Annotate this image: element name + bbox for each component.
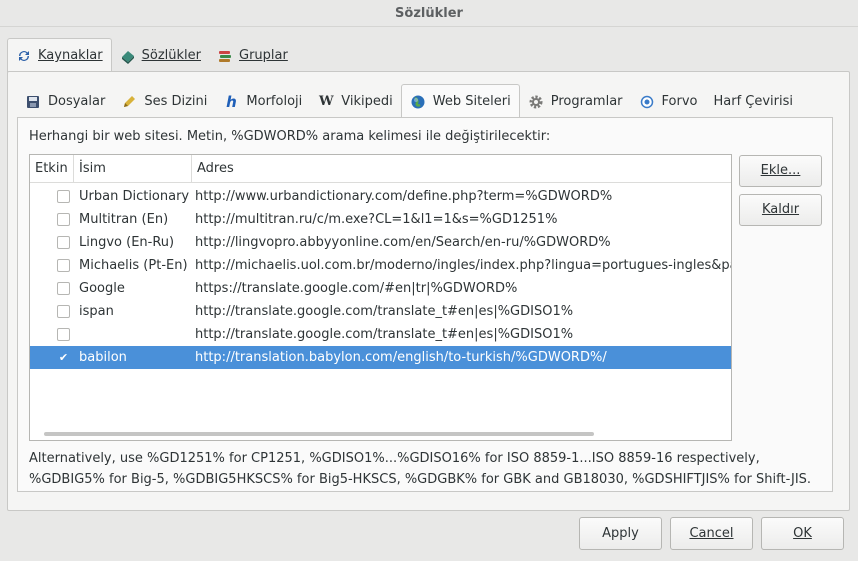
table-row-selected[interactable]: ✔ babilon http://translation.babylon.com… [30,346,731,369]
row-name: Lingvo (En-Ru) [79,235,175,250]
tab-programlar[interactable]: Programlar [520,85,631,118]
wikipedia-icon: W [318,93,334,109]
tab-web-siteleri[interactable]: Web Siteleri [400,84,520,118]
row-name: Urban Dictionary [79,189,190,204]
tab-label: Morfoloji [246,94,303,109]
tab-morfoloji[interactable]: h Morfoloji [215,85,310,118]
hint-text: Herhangi bir web sitesi. Metin, %GDWORD%… [29,129,551,144]
table-row[interactable]: Michaelis (Pt-En) http://michaelis.uol.c… [30,254,732,277]
table-row[interactable]: ispan http://translate.google.com/transl… [30,300,731,323]
note-line-2: %GDBIG5% for Big-5, %GDBIG5HKSCS% for Bi… [29,472,812,487]
books-stack-icon [217,48,233,64]
row-address: http://translate.google.com/translate_t#… [195,304,574,319]
tab-label: Dosyalar [48,94,106,109]
tab-vikipedi[interactable]: W Vikipedi [310,85,400,118]
apply-label: Apply [602,526,639,541]
apply-button[interactable]: Apply [579,517,662,550]
enabled-checkbox[interactable] [57,328,70,341]
row-name: ispan [79,304,114,319]
row-name: Google [79,281,125,296]
table-row[interactable]: http://translate.google.com/translate_t#… [30,323,731,346]
refresh-icon [16,48,32,64]
main-tab-bar: Kaynaklar Sözlükler Gruplar [7,38,296,72]
disk-icon [25,94,41,110]
row-address: http://multitran.ru/c/m.exe?CL=1&l1=1&s=… [195,212,558,227]
row-name: Multitran (En) [79,212,169,227]
tab-harf-cevirisi[interactable]: Harf Çevirisi [705,85,801,118]
row-address: http://michaelis.uol.com.br/moderno/ingl… [195,258,732,273]
tab-label: Vikipedi [341,94,393,109]
pencil-icon [121,94,137,110]
tab-dosyalar[interactable]: Dosyalar [17,85,113,118]
add-button[interactable]: Ekle... [739,155,822,187]
tab-label: Forvo [661,94,698,109]
tab-ses-dizini[interactable]: Ses Dizini [113,85,215,118]
tab-label: Harf Çevirisi [713,94,794,109]
enabled-checkbox[interactable] [57,213,70,226]
h-icon: h [226,92,237,111]
column-header-enabled[interactable]: Etkin [30,155,74,183]
tab-label: Kaynaklar [38,48,103,63]
forvo-icon [639,94,655,110]
tab-sozlukler[interactable]: Sözlükler [112,39,209,72]
cancel-label: Cancel [689,526,734,541]
enabled-checkbox[interactable] [57,236,70,249]
globe-icon [410,94,426,110]
row-address: http://www.urbandictionary.com/define.ph… [195,189,613,204]
row-name: Michaelis (Pt-En) [79,258,188,273]
book-icon [120,48,136,64]
window-title: Sözlükler [0,0,858,27]
row-address: http://translate.google.com/translate_t#… [195,327,574,342]
row-address: https://translate.google.com/#en|tr|%GDW… [195,281,518,296]
encoding-note: Alternatively, use %GD1251% for CP1251, … [29,448,829,490]
tab-label: Ses Dizini [144,94,208,109]
tab-gruplar[interactable]: Gruplar [209,39,296,72]
enabled-checkbox[interactable] [57,259,70,272]
row-address: http://lingvopro.abbyyonline.com/en/Sear… [195,235,611,250]
note-line-1: Alternatively, use %GD1251% for CP1251, … [29,451,760,466]
enabled-checkbox[interactable] [57,190,70,203]
table-row[interactable]: Urban Dictionary http://www.urbandiction… [30,185,731,208]
table-row[interactable]: Multitran (En) http://multitran.ru/c/m.e… [30,208,731,231]
tab-label: Sözlükler [141,48,201,63]
remove-button[interactable]: Kaldır [739,194,822,226]
column-header-address[interactable]: Adres [192,155,731,183]
ok-label: OK [793,526,812,541]
row-address: http://translation.babylon.com/english/t… [195,350,607,365]
column-header-name[interactable]: İsim [74,155,192,183]
enabled-checkbox[interactable] [57,282,70,295]
horizontal-scrollbar[interactable] [44,432,594,436]
table-row[interactable]: Google https://translate.google.com/#en|… [30,277,731,300]
add-button-label: Ekle... [760,163,801,178]
tab-label: Gruplar [239,48,288,63]
tab-forvo[interactable]: Forvo [631,85,706,118]
ok-button[interactable]: OK [761,517,844,550]
row-name: babilon [79,350,127,365]
table-row[interactable]: Lingvo (En-Ru) http://lingvopro.abbyyonl… [30,231,731,254]
tab-label: Web Siteleri [432,94,511,109]
tab-kaynaklar[interactable]: Kaynaklar [7,38,112,72]
gear-icon [528,94,544,110]
enabled-checkbox-checked[interactable]: ✔ [57,351,70,364]
table-header: Etkin İsim Adres [30,155,731,183]
remove-button-label: Kaldır [761,202,800,217]
tab-label: Programlar [550,94,623,109]
cancel-button[interactable]: Cancel [670,517,753,550]
enabled-checkbox[interactable] [57,305,70,318]
sub-tab-bar: Dosyalar Ses Dizini h Morfoloji W Vikipe… [17,84,801,118]
websites-table[interactable]: Etkin İsim Adres Urban Dictionary http:/… [29,154,732,441]
